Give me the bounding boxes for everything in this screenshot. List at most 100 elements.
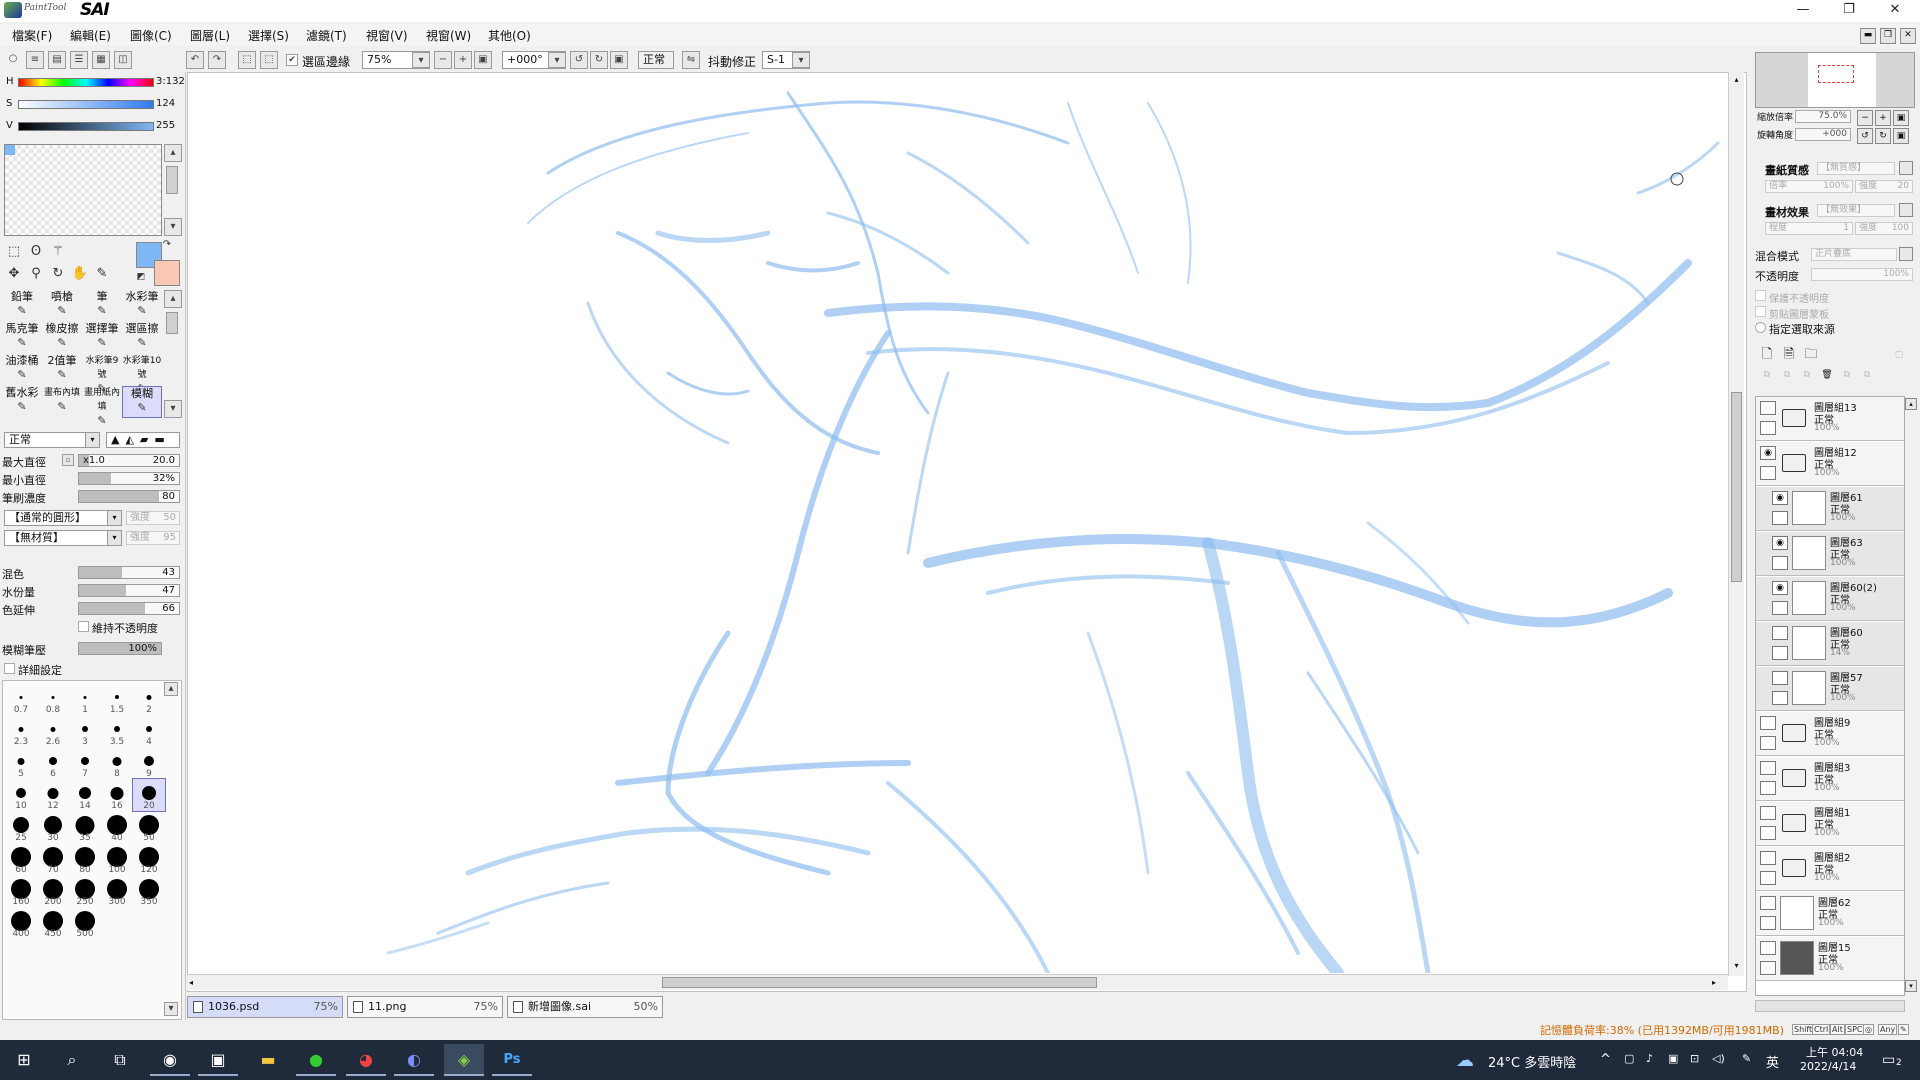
layer-lock-toggle[interactable]: [1760, 826, 1776, 840]
undo-icon[interactable]: ↶: [186, 51, 204, 69]
brush-size-cell[interactable]: 16: [101, 779, 133, 811]
tool-blur[interactable]: 模糊 ✎: [122, 386, 162, 418]
layer-row[interactable]: 圖層組3 正常 100%: [1756, 757, 1904, 801]
stabilizer-dropdown-icon[interactable]: ▾: [792, 52, 810, 68]
hscroll-left-icon[interactable]: ◂: [189, 977, 200, 988]
navigator-view-rect[interactable]: [1818, 65, 1854, 83]
lasso-icon[interactable]: ʘ: [26, 242, 46, 262]
brush-size-cell[interactable]: 50: [133, 811, 165, 843]
doc-tab-11png[interactable]: 11.png 75%: [347, 996, 503, 1018]
secondary-color-swatch[interactable]: [154, 260, 180, 286]
layer-hscroll[interactable]: [1755, 1000, 1905, 1012]
sai-icon[interactable]: ◈: [444, 1044, 484, 1076]
brush-size-cell[interactable]: 160: [5, 875, 37, 907]
clock-date[interactable]: 2022/4/14: [1800, 1060, 1856, 1073]
blur-pressure-slider[interactable]: 100%: [78, 642, 162, 655]
blending-slider[interactable]: 43: [78, 566, 180, 579]
network-icon[interactable]: ⊡: [1690, 1052, 1699, 1065]
mdi-restore-icon[interactable]: ❐: [1880, 28, 1896, 44]
brush-size-cell[interactable]: 10: [5, 779, 37, 811]
swatch-chip[interactable]: [5, 145, 15, 155]
eye-icon[interactable]: ◉: [1772, 581, 1788, 595]
line-icon[interactable]: ●: [296, 1044, 336, 1076]
tool-old-watercolor[interactable]: 舊水彩 ✎: [2, 386, 42, 418]
rect-select-icon[interactable]: ⬚: [4, 242, 24, 262]
clipping-mask-checkbox[interactable]: [1755, 306, 1766, 317]
layer-row[interactable]: 圖層組2 正常 100%: [1756, 847, 1904, 891]
pen-tray-icon[interactable]: ✎: [1742, 1052, 1751, 1065]
brush-size-cell[interactable]: 7: [69, 747, 101, 779]
eyedropper-icon[interactable]: ✎: [92, 264, 112, 284]
doc-tab-1036[interactable]: 1036.psd 75%: [187, 996, 343, 1018]
scroll-up-icon[interactable]: ▴: [164, 144, 182, 162]
discord-icon[interactable]: ◐: [394, 1044, 434, 1076]
search-icon[interactable]: ⌕: [52, 1044, 92, 1076]
persistence-slider[interactable]: 66: [78, 602, 180, 615]
brush-size-cell[interactable]: 40: [101, 811, 133, 843]
brush-size-cell[interactable]: 14: [69, 779, 101, 811]
tool-watercolor[interactable]: 水彩筆 ✎: [122, 290, 162, 322]
brush-size-cell[interactable]: 4: [133, 715, 165, 747]
swap-colors-icon[interactable]: ↷: [160, 238, 174, 252]
zoom-tool-icon[interactable]: ⚲: [26, 264, 46, 284]
layer-row[interactable]: ◉ 圖層60(2) 正常 100%: [1756, 577, 1904, 621]
brush-mode-select[interactable]: 正常 ▾: [4, 432, 100, 448]
zoom-out-icon[interactable]: −: [434, 51, 452, 69]
visibility-toggle[interactable]: [1760, 716, 1776, 730]
tool-select-eraser[interactable]: 選區擦 ✎: [122, 322, 162, 354]
menu-image[interactable]: 圖像(C): [130, 27, 172, 44]
tray-app-icon[interactable]: ▢: [1624, 1052, 1634, 1065]
brush-size-cell[interactable]: 0.8: [37, 683, 69, 715]
selection-source-radio[interactable]: [1755, 322, 1766, 333]
layer-row[interactable]: 圖層15 正常 100%: [1756, 937, 1904, 981]
flip-view-icon[interactable]: ⇋: [682, 51, 700, 69]
chrome-icon[interactable]: ◕: [346, 1044, 386, 1076]
visibility-toggle[interactable]: [1760, 941, 1776, 955]
layer-scroll-up-icon[interactable]: ▴: [1905, 398, 1917, 410]
tool-binary-pen[interactable]: 2值筆 ✎: [42, 354, 82, 386]
hscroll-thumb[interactable]: [662, 977, 1097, 988]
tool-scroll-up-icon[interactable]: ▴: [164, 290, 182, 308]
opacity-slider[interactable]: 100%: [1811, 268, 1913, 281]
layer-row[interactable]: ◉ 圖層組12 正常 100%: [1756, 442, 1904, 486]
brush-size-cell[interactable]: 2.6: [37, 715, 69, 747]
brush-mode-dropdown-icon[interactable]: ▾: [85, 433, 99, 447]
visibility-toggle[interactable]: [1772, 626, 1788, 640]
navigator[interactable]: [1755, 52, 1915, 108]
tool-select-pen[interactable]: 選擇筆 ✎: [82, 322, 122, 354]
tool-marker[interactable]: 馬克筆 ✎: [2, 322, 42, 354]
app-icon[interactable]: ◉: [150, 1044, 190, 1076]
brush-size-cell[interactable]: 300: [101, 875, 133, 907]
new-linework-layer-icon[interactable]: 🗎: [1781, 348, 1797, 364]
rgb-slider-toggle-icon[interactable]: ▤: [48, 51, 66, 69]
brush-size-cell[interactable]: 0.7: [5, 683, 37, 715]
brush-shape-dropdown-icon[interactable]: ▾: [107, 511, 121, 525]
brush-size-cell[interactable]: 3.5: [101, 715, 133, 747]
close-button[interactable]: ✕: [1872, 0, 1918, 22]
blend-mode-dropdown-icon[interactable]: [1899, 247, 1913, 261]
saturation-bar[interactable]: [18, 100, 154, 109]
tool-scroll-down-icon[interactable]: ▾: [164, 400, 182, 418]
value-bar[interactable]: [18, 122, 154, 131]
layer-lock-toggle[interactable]: [1772, 601, 1788, 615]
rotate-right-icon[interactable]: ↻: [590, 51, 608, 69]
paper-effect-select[interactable]: 【無效果】: [1817, 204, 1895, 217]
brush-texture-dropdown-icon[interactable]: ▾: [107, 531, 121, 545]
reset-colors-icon[interactable]: ◩: [134, 270, 148, 284]
paper-texture-dropdown-icon[interactable]: [1899, 161, 1913, 175]
preserve-opacity-checkbox[interactable]: [1755, 290, 1766, 301]
windows-logo-icon[interactable]: ⊞: [4, 1044, 44, 1076]
layer-lock-toggle[interactable]: [1760, 871, 1776, 885]
restore-button[interactable]: ❐: [1826, 0, 1872, 22]
tool-watercolor[interactable]: 水彩筆9號 ✎: [82, 354, 122, 395]
brush-size-cell[interactable]: 1.5: [101, 683, 133, 715]
ime-indicator[interactable]: 英: [1766, 1052, 1779, 1071]
menu-select[interactable]: 選擇(S): [248, 27, 289, 44]
zoom-in-icon[interactable]: +: [454, 51, 472, 69]
canvas-horizontal-scrollbar[interactable]: ◂ ▸: [187, 974, 1728, 990]
nav-zoom-reset-icon[interactable]: ▣: [1893, 110, 1909, 126]
scratchpad[interactable]: [4, 144, 162, 236]
density-slider[interactable]: 80: [78, 490, 180, 503]
tool-eraser[interactable]: 橡皮擦 ✎: [42, 322, 82, 354]
nav-rotate-reset-icon[interactable]: ▣: [1893, 128, 1909, 144]
